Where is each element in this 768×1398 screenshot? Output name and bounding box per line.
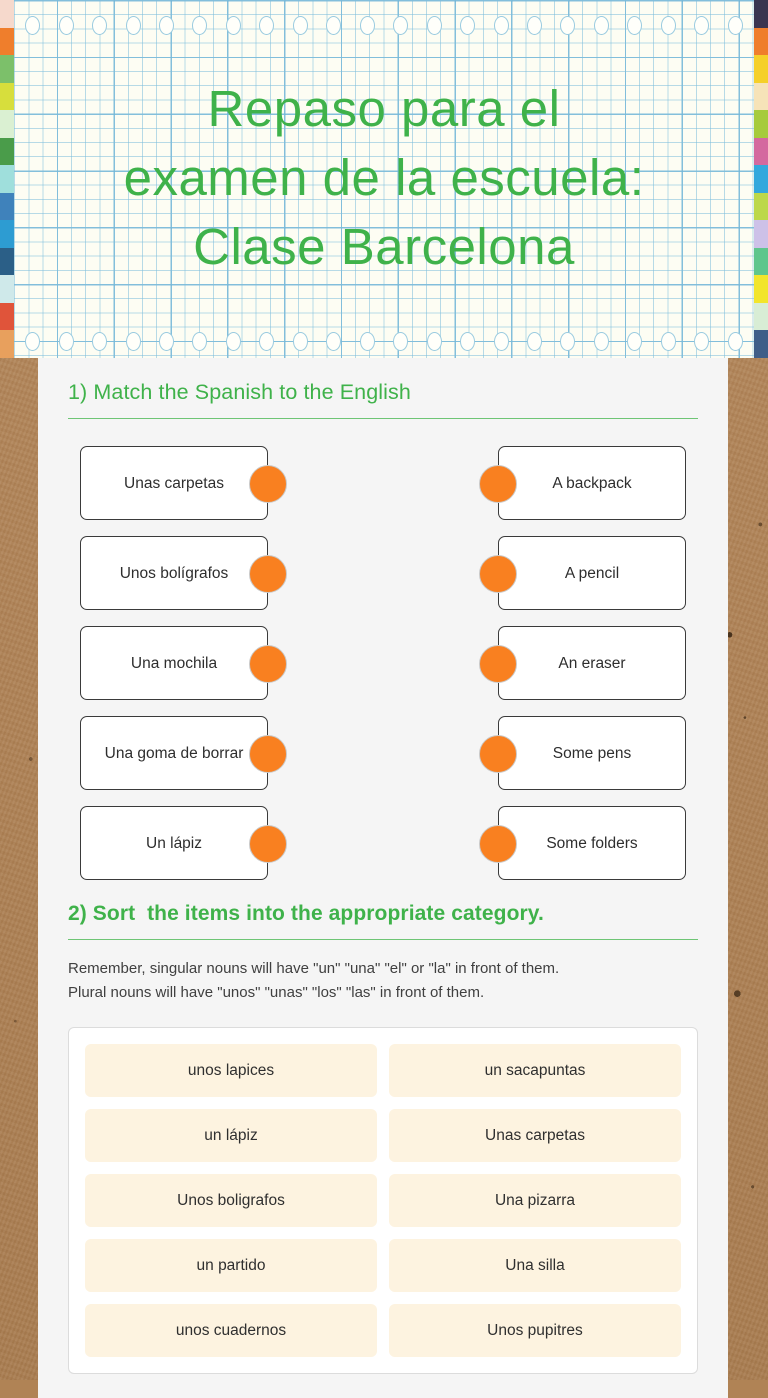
hole-punch-icon [627, 15, 643, 35]
hole-punch-icon [259, 15, 275, 35]
match-cell-spanish: Una mochila [80, 626, 355, 700]
hole-punch-row-top [0, 12, 768, 38]
question-1-heading: 1) Match the Spanish to the English [68, 380, 411, 404]
match-option-spanish[interactable]: Una goma de borrar [80, 716, 268, 790]
hole-punch-icon [25, 15, 41, 35]
match-option-spanish[interactable]: Una mochila [80, 626, 268, 700]
hole-punch-icon [426, 331, 442, 351]
match-cell-english: Some folders [411, 806, 686, 880]
match-cell-spanish: Unos bolígrafos [80, 536, 355, 610]
hole-punch-icon [694, 15, 710, 35]
match-connector-dot[interactable] [479, 555, 517, 593]
match-connector-dot[interactable] [249, 735, 287, 773]
hole-punch-icon [426, 15, 442, 35]
match-connector-dot[interactable] [249, 645, 287, 683]
hole-punch-icon [627, 331, 643, 351]
hole-punch-icon [393, 331, 409, 351]
sorting-items-grid: unos lapices un sacapuntas un lápiz Unas ca… [85, 1044, 681, 1357]
hole-punch-icon [660, 331, 676, 351]
match-option-spanish[interactable]: Unas carpetas [80, 446, 268, 520]
match-option-english[interactable]: An eraser [498, 626, 686, 700]
hole-punch-icon [259, 331, 275, 351]
hole-punch-icon [460, 15, 476, 35]
color-tab [0, 302, 14, 331]
sort-item[interactable]: Unas carpetas [389, 1109, 681, 1162]
match-option-english[interactable]: A backpack [498, 446, 686, 520]
matching-exercise: Unas carpetas A backpack Unos bolígrafos A … [68, 446, 698, 880]
hole-punch-icon [527, 331, 543, 351]
question-2-hint: Remember, singular nouns will have "un" … [68, 960, 560, 1001]
hole-punch-icon [493, 15, 509, 35]
match-cell-spanish: Una goma de borrar [80, 716, 355, 790]
match-cell-english: A pencil [411, 536, 686, 610]
hole-punch-icon [527, 15, 543, 35]
hole-punch-icon [493, 331, 509, 351]
hole-punch-icon [25, 331, 41, 351]
hole-punch-icon [326, 15, 342, 35]
match-option-english[interactable]: Some folders [498, 806, 686, 880]
hole-punch-icon [660, 15, 676, 35]
match-option-spanish[interactable]: Un lápiz [80, 806, 268, 880]
match-option-english[interactable]: Some pens [498, 716, 686, 790]
match-cell-spanish: Un lápiz [80, 806, 355, 880]
hole-punch-icon [560, 331, 576, 351]
match-connector-dot[interactable] [479, 645, 517, 683]
match-option-english[interactable]: A pencil [498, 536, 686, 610]
worksheet-header-banner: Repaso para el examen de la escuela: Cla… [0, 0, 768, 358]
hole-punch-icon [125, 15, 141, 35]
match-option-spanish[interactable]: Unos bolígrafos [80, 536, 268, 610]
hole-punch-icon [694, 331, 710, 351]
sort-item[interactable]: unos lapices [85, 1044, 377, 1097]
sort-item[interactable]: Una silla [389, 1239, 681, 1292]
match-connector-dot[interactable] [249, 555, 287, 593]
question-2-heading: 2) Sort the items into the appropriate c… [68, 902, 544, 925]
match-cell-spanish: Unas carpetas [80, 446, 355, 520]
worksheet-panel: 1) Match the Spanish to the English Unas… [38, 358, 728, 1398]
hole-punch-icon [192, 15, 208, 35]
hole-punch-icon [58, 331, 74, 351]
hole-punch-icon [727, 15, 743, 35]
hole-punch-icon [159, 331, 175, 351]
hole-punch-icon [292, 15, 308, 35]
sort-item[interactable]: un lápiz [85, 1109, 377, 1162]
match-cell-english: An eraser [411, 626, 686, 700]
sort-item[interactable]: Unos pupitres [389, 1304, 681, 1357]
color-tab [754, 302, 768, 331]
hole-punch-icon [393, 15, 409, 35]
match-connector-dot[interactable] [479, 735, 517, 773]
sort-item[interactable]: Una pizarra [389, 1174, 681, 1227]
hole-punch-icon [192, 331, 208, 351]
hole-punch-icon [560, 15, 576, 35]
hole-punch-row-bottom [0, 328, 768, 354]
sort-item[interactable]: unos cuadernos [85, 1304, 377, 1357]
match-cell-english: Some pens [411, 716, 686, 790]
hole-punch-icon [159, 15, 175, 35]
sort-item[interactable]: un partido [85, 1239, 377, 1292]
match-connector-dot[interactable] [249, 825, 287, 863]
hole-punch-icon [92, 331, 108, 351]
hole-punch-icon [727, 331, 743, 351]
hole-punch-icon [292, 331, 308, 351]
hole-punch-icon [125, 331, 141, 351]
match-connector-dot[interactable] [479, 465, 517, 503]
sort-item[interactable]: Unos boligrafos [85, 1174, 377, 1227]
question-1-divider [68, 418, 698, 419]
match-connector-dot[interactable] [479, 825, 517, 863]
worksheet-title: Repaso para el examen de la escuela: Cla… [123, 80, 645, 275]
question-2-divider [68, 939, 698, 940]
hole-punch-icon [225, 15, 241, 35]
match-cell-english: A backpack [411, 446, 686, 520]
match-connector-dot[interactable] [249, 465, 287, 503]
hole-punch-icon [593, 15, 609, 35]
sort-item[interactable]: un sacapuntas [389, 1044, 681, 1097]
hole-punch-icon [359, 331, 375, 351]
hole-punch-icon [326, 331, 342, 351]
hole-punch-icon [92, 15, 108, 35]
hole-punch-icon [225, 331, 241, 351]
sorting-exercise-panel: unos lapices un sacapuntas un lápiz Unas ca… [68, 1027, 698, 1374]
hole-punch-icon [460, 331, 476, 351]
hole-punch-icon [58, 15, 74, 35]
hole-punch-icon [359, 15, 375, 35]
hole-punch-icon [593, 331, 609, 351]
